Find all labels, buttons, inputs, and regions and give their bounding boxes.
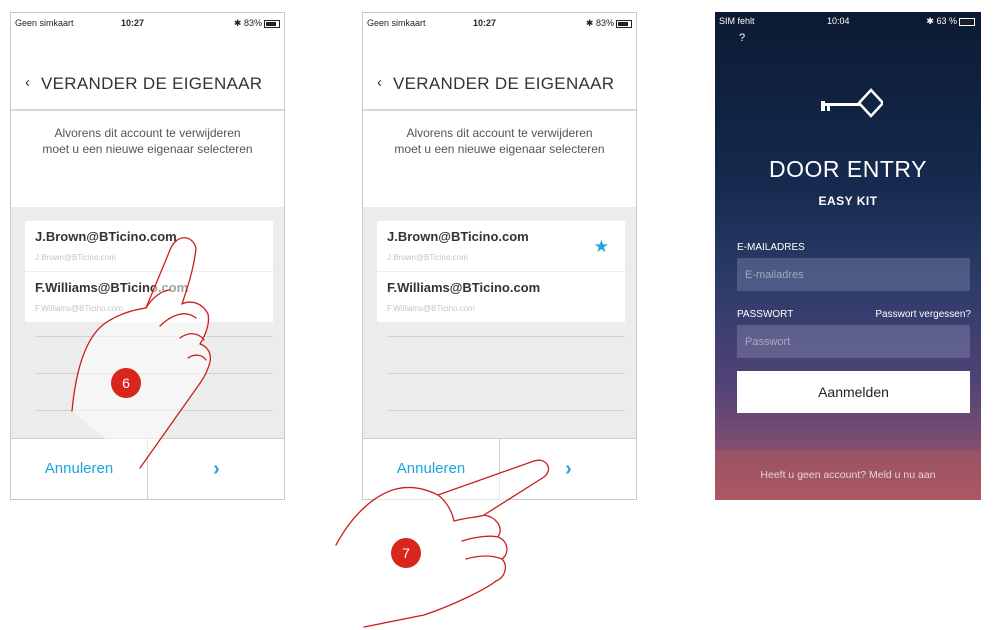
- user-item-fwilliams[interactable]: F.Williams@BTicino.com F.Williams@BTicin…: [377, 272, 625, 322]
- step-badge: 7: [391, 538, 421, 568]
- instruction-panel: Alvorens dit account te verwijderen moet…: [11, 111, 284, 207]
- app-subtitle: EASY KIT: [818, 194, 878, 208]
- email-field[interactable]: [737, 258, 970, 291]
- page-title: VERANDER DE EIGENAAR: [41, 74, 263, 93]
- carrier-label: Geen simkaart: [15, 18, 74, 28]
- battery-icon: [264, 19, 280, 28]
- forgot-password-link[interactable]: Passwort vergessen?: [875, 309, 971, 320]
- bluetooth-icon: ✱: [585, 18, 594, 28]
- key-logo-icon: [821, 88, 883, 118]
- email-label: E-MAILADRES: [737, 242, 805, 253]
- battery-status: ✱ 83%: [586, 18, 632, 29]
- divider: [387, 373, 625, 374]
- user-name: F.Williams@BTicino.com: [387, 280, 541, 295]
- battery-status: ✱ 63 %: [926, 16, 975, 27]
- hand-pointer-icon: [71, 237, 212, 469]
- clock: 10:04: [827, 16, 850, 26]
- user-email: F.Williams@BTicino.com: [387, 304, 475, 313]
- page-title: VERANDER DE EIGENAAR: [393, 74, 615, 93]
- phone-screen-owner-selected: Geen simkaart 10:27 ✱ 83% ‹ VERANDER DE …: [362, 12, 637, 500]
- password-label: PASSWORT: [737, 309, 794, 320]
- carrier-label: Geen simkaart: [367, 18, 426, 28]
- bluetooth-icon: ✱: [233, 18, 242, 28]
- step-badge: 6: [111, 368, 141, 398]
- back-button[interactable]: ‹: [25, 74, 30, 91]
- instruction-text: Alvorens dit account te verwijderen moet…: [394, 126, 605, 156]
- battery-icon: [959, 17, 975, 26]
- battery-icon: [616, 19, 632, 28]
- status-bar: Geen simkaart 10:27 ✱ 83%: [11, 13, 284, 33]
- bluetooth-icon: ✱: [926, 16, 934, 26]
- login-button[interactable]: Aanmelden: [737, 371, 970, 413]
- back-button[interactable]: ‹: [377, 74, 382, 91]
- status-bar: SIM fehlt 10:04 ✱ 63 %: [715, 12, 981, 30]
- divider: [387, 410, 625, 411]
- signup-link[interactable]: Heeft u geen account? Meld u nu aan: [715, 450, 981, 500]
- instruction-text: Alvorens dit account te verwijderen moet…: [42, 126, 253, 156]
- header: ‹ VERANDER DE EIGENAAR: [11, 33, 284, 109]
- header: ‹ VERANDER DE EIGENAAR: [363, 33, 636, 109]
- status-bar: Geen simkaart 10:27 ✱ 83%: [363, 13, 636, 33]
- star-icon: ★: [593, 237, 609, 256]
- carrier-label: SIM fehlt: [719, 16, 755, 26]
- password-field[interactable]: [737, 325, 970, 358]
- help-button[interactable]: ?: [739, 32, 745, 44]
- user-item-jbrown[interactable]: J.Brown@BTicino.com J.Brown@BTicino.com …: [377, 221, 625, 271]
- user-email: J.Brown@BTicino.com: [387, 253, 468, 262]
- user-list: J.Brown@BTicino.com J.Brown@BTicino.com …: [363, 209, 636, 435]
- divider: [387, 336, 625, 337]
- user-name: J.Brown@BTicino.com: [387, 229, 529, 244]
- app-title: DOOR ENTRY: [769, 156, 927, 182]
- clock: 10:27: [473, 18, 497, 28]
- battery-status: ✱ 83%: [234, 18, 280, 29]
- clock: 10:27: [121, 18, 145, 28]
- hand-pointer-icon: [335, 459, 550, 628]
- instruction-panel: Alvorens dit account te verwijderen moet…: [363, 111, 636, 207]
- phone-screen-login: SIM fehlt 10:04 ✱ 63 % ? DOOR ENTRY EASY…: [715, 12, 981, 500]
